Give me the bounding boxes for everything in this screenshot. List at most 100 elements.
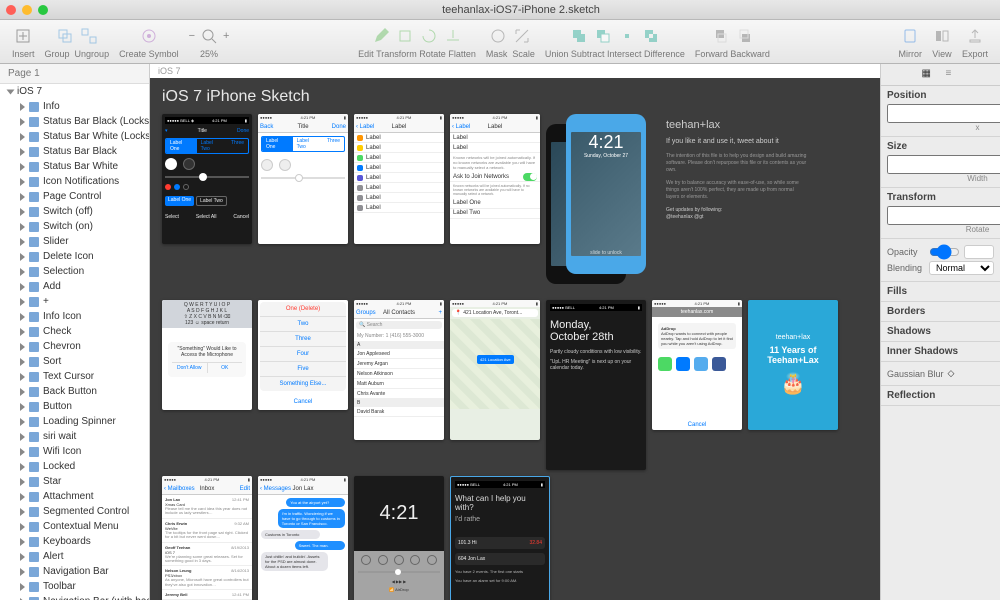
layer-item[interactable]: Add — [0, 279, 149, 294]
layer-item[interactable]: Alert — [0, 549, 149, 564]
layer-item[interactable]: Loading Spinner — [0, 414, 149, 429]
group-icon[interactable] — [55, 26, 75, 46]
artboard-settings[interactable]: ●●●●●4:21 PM▮ ‹ LabelLabel Label Label K… — [450, 114, 540, 244]
layer-item[interactable]: Info — [0, 99, 149, 114]
difference-icon[interactable] — [641, 26, 661, 46]
layer-item[interactable]: Contextual Menu — [0, 519, 149, 534]
artboard-root[interactable]: iOS 7 — [0, 84, 149, 99]
blending-select[interactable]: Normal — [929, 261, 994, 275]
scale-icon[interactable] — [512, 26, 532, 46]
opacity-input[interactable] — [964, 245, 995, 259]
create-symbol-button[interactable]: Create Symbol — [119, 24, 179, 59]
layer-item[interactable]: Navigation Bar — [0, 564, 149, 579]
artboard-mail[interactable]: ●●●●●4:21 PM▮ ‹ MailboxesInboxEdit Jon L… — [162, 476, 252, 600]
layers-panel[interactable]: Page 1 iOS 7 InfoStatus Bar Black (Locks… — [0, 64, 150, 600]
layer-item[interactable]: Status Bar Black — [0, 144, 149, 159]
inspector-tabs[interactable]: ▦ ≡ — [881, 64, 1000, 86]
iphone-mockups[interactable]: 4:21 4:21Sunday, October 27slide to unlo… — [546, 114, 656, 294]
layer-item[interactable]: Text Cursor — [0, 369, 149, 384]
artboard-safari[interactable]: ●●●●●4:21 PM▮ teehanlax.com AdDrop AdDro… — [652, 300, 742, 430]
intersect-icon[interactable] — [617, 26, 637, 46]
layer-item[interactable]: Keyboards — [0, 534, 149, 549]
layer-item[interactable]: Icon Notifications — [0, 174, 149, 189]
layer-item[interactable]: siri wait — [0, 429, 149, 444]
layer-item[interactable]: Toolbar — [0, 579, 149, 594]
artboard-controls-light[interactable]: ●●●●●4:21 PM▮ BackTitleDone Label OneLab… — [258, 114, 348, 244]
layer-item[interactable]: Page Control — [0, 189, 149, 204]
order-group: Forward Backward — [695, 24, 770, 59]
edit-icon[interactable] — [371, 26, 391, 46]
inspector-panel[interactable]: ▦ ≡ Position x y Size Width Height Trans… — [880, 64, 1000, 600]
fills-section[interactable]: Fills — [881, 282, 1000, 302]
toolbar: Insert Group Ungroup Create Symbol − + 2… — [0, 20, 1000, 64]
layer-item[interactable]: Status Bar White (Lockscreen) — [0, 129, 149, 144]
rotate-icon[interactable] — [419, 26, 439, 46]
opacity-slider[interactable] — [929, 245, 960, 259]
artboard-messages[interactable]: ●●●●●4:21 PM▮ ‹ MessagesJon Lax You at t… — [258, 476, 348, 600]
flatten-icon[interactable] — [443, 26, 463, 46]
layer-item[interactable]: Status Bar White — [0, 159, 149, 174]
align-tab-icon[interactable]: ▦ — [922, 68, 936, 82]
layer-item[interactable]: Info Icon — [0, 309, 149, 324]
reflection-section[interactable]: Reflection — [881, 386, 1000, 406]
artboard-controls-dark[interactable]: ●●●●● BELL ◈4:21 PM▮ ▾TitleDone Label On… — [162, 114, 252, 244]
layer-item[interactable]: Switch (off) — [0, 204, 149, 219]
layer-item[interactable]: Switch (on) — [0, 219, 149, 234]
layer-item[interactable]: Sort — [0, 354, 149, 369]
layer-item[interactable]: Check — [0, 324, 149, 339]
borders-section[interactable]: Borders — [881, 302, 1000, 322]
close-window[interactable] — [6, 5, 16, 15]
layer-item[interactable]: Navigation Bar (with back) — [0, 594, 149, 600]
artboard-notification-center[interactable]: ●●●●● BELL4:21 PM▮ Monday, October 28th … — [546, 300, 646, 470]
symbol-icon — [139, 26, 159, 46]
layer-item[interactable]: Attachment — [0, 489, 149, 504]
mirror-icon — [900, 26, 920, 46]
mask-icon[interactable] — [488, 26, 508, 46]
export-button[interactable]: Export — [962, 24, 988, 59]
backward-icon[interactable] — [734, 26, 754, 46]
distribute-tab-icon[interactable]: ≡ — [946, 68, 960, 82]
artboard-contacts[interactable]: ●●●●●4:21 PM▮ GroupsAll Contacts+ 🔍 Sear… — [354, 300, 444, 440]
layer-item[interactable]: Wifi Icon — [0, 444, 149, 459]
artboard-bluecard[interactable]: teehan+lax 11 Years of Teehan+Lax 🎂 — [748, 300, 838, 430]
artboard-keyboard[interactable]: Q W E R T Y U I O P A S D F G H J K L ⇧ … — [162, 300, 252, 410]
layer-item[interactable]: Segmented Control — [0, 504, 149, 519]
artboard-map[interactable]: ●●●●●4:21 PM▮ 📍 421 Location Ave, Toront… — [450, 300, 540, 440]
layer-item[interactable]: + — [0, 294, 149, 309]
artboard-actionsheet[interactable]: One (Delete) Two Three Four Five Somethi… — [258, 300, 348, 410]
insert-button[interactable]: Insert — [12, 24, 35, 59]
layer-item[interactable]: Button — [0, 399, 149, 414]
layer-item[interactable]: Delete Icon — [0, 249, 149, 264]
artboard-label-list[interactable]: ●●●●●4:21 PM▮ ‹ LabelLabel Label Label L… — [354, 114, 444, 244]
zoom-control[interactable]: − + 25% — [189, 24, 230, 59]
window-titlebar: teehanlax-iOS7-iPhone 2.sketch — [0, 0, 1000, 20]
layer-item[interactable]: Slider — [0, 234, 149, 249]
rotate-input[interactable] — [887, 206, 1000, 225]
shadows-section[interactable]: Shadows — [881, 322, 1000, 342]
union-icon[interactable] — [569, 26, 589, 46]
layer-item[interactable]: Status Bar Black (Lockscreen) — [0, 114, 149, 129]
view-button[interactable]: View — [932, 24, 952, 59]
layer-item[interactable]: Selection — [0, 264, 149, 279]
layer-item[interactable]: Back Button — [0, 384, 149, 399]
inner-shadows-section[interactable]: Inner Shadows — [881, 342, 1000, 362]
minimize-window[interactable] — [22, 5, 32, 15]
traffic-lights — [6, 5, 48, 15]
zoom-window[interactable] — [38, 5, 48, 15]
breadcrumb: iOS 7 — [158, 66, 181, 76]
window-title: teehanlax-iOS7-iPhone 2.sketch — [48, 4, 994, 16]
layer-item[interactable]: Locked — [0, 459, 149, 474]
subtract-icon[interactable] — [593, 26, 613, 46]
canvas[interactable]: iOS 7 iOS 7 iPhone Sketch ●●●●● BELL ◈4:… — [150, 64, 880, 600]
pos-x-input[interactable] — [887, 104, 1000, 123]
mirror-button[interactable]: Mirror — [898, 24, 922, 59]
forward-icon[interactable] — [710, 26, 730, 46]
page-selector[interactable]: Page 1 — [0, 64, 149, 84]
artboard-siri[interactable]: ●●●●● BELL4:21 PM▮ What can I help you w… — [450, 476, 550, 600]
transform-icon[interactable] — [395, 26, 415, 46]
artboard-control-center[interactable]: 4:21 ◀ ▶▶ ▶ 📶 AirDrop — [354, 476, 444, 600]
layer-item[interactable]: Chevron — [0, 339, 149, 354]
layer-item[interactable]: Star — [0, 474, 149, 489]
ungroup-icon[interactable] — [79, 26, 99, 46]
width-input[interactable] — [887, 155, 1000, 174]
